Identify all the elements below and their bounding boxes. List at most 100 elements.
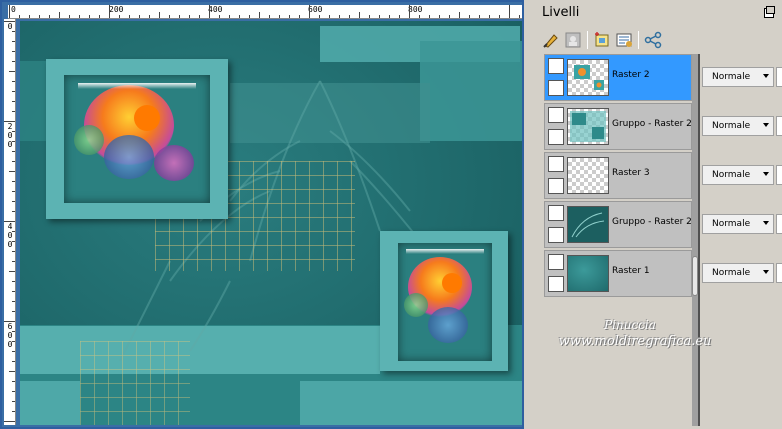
ruler-tick [289, 15, 290, 18]
photo-small [398, 243, 492, 361]
ruler-tick [12, 41, 15, 42]
ruler-tick [219, 15, 220, 18]
ruler-tick [79, 15, 80, 18]
ruler-label: 0 [7, 140, 13, 149]
watermark-url: www.moldiregrafica.eu [558, 334, 712, 349]
ruler-tick [12, 151, 15, 152]
layer-toggles [547, 204, 565, 245]
layer-row-gruppo-raster-2[interactable]: Gruppo - Raster 2 [544, 103, 692, 150]
ruler-label: 4 [7, 222, 13, 231]
ruler-tick [59, 12, 60, 18]
opacity-field[interactable] [776, 165, 782, 185]
ruler-tick [249, 15, 250, 18]
layer-row-raster-2[interactable]: Raster 2 [544, 54, 692, 101]
ruler-tick [12, 401, 15, 402]
ruler-tick [499, 15, 500, 18]
restore-window-icon[interactable] [764, 6, 775, 18]
ruler-tick [209, 5, 210, 18]
eye-icon[interactable] [548, 276, 564, 292]
ruler-tick [12, 361, 15, 362]
ruler-tick [389, 15, 390, 18]
chevron-down-icon [763, 270, 769, 274]
ruler-tick [12, 141, 15, 142]
layers-toolbar [540, 28, 664, 52]
blend-mode-select[interactable]: Normale [702, 165, 774, 185]
ruler-tick [12, 411, 15, 412]
ruler-tick [359, 12, 360, 18]
opacity-field[interactable] [776, 214, 782, 234]
layer-link-icon[interactable] [548, 107, 564, 123]
ruler-tick [12, 101, 15, 102]
ruler-tick [509, 5, 510, 18]
ruler-tick [4, 321, 15, 322]
ruler-label: 400 [208, 5, 223, 14]
ruler-tick [479, 15, 480, 18]
ruler-tick [29, 15, 30, 18]
new-layer-icon[interactable] [591, 29, 613, 51]
opacity-field[interactable] [776, 67, 782, 87]
layer-toggles [547, 57, 565, 98]
layer-properties-icon[interactable] [613, 29, 635, 51]
layer-row-gruppo-raster-2-b[interactable]: Gruppo - Raster 2 [544, 201, 692, 248]
ruler-tick [149, 15, 150, 18]
ruler-tick [309, 5, 310, 18]
layer-toggles [547, 106, 565, 147]
image-canvas[interactable] [20, 21, 522, 425]
panel-divider [698, 54, 700, 426]
eye-icon[interactable] [548, 80, 564, 96]
layer-link-icon[interactable] [548, 156, 564, 172]
layer-link-icon[interactable] [548, 205, 564, 221]
ruler-tick [119, 15, 120, 18]
ruler-tick [9, 171, 15, 172]
blend-mode-select[interactable]: Normale [702, 116, 774, 136]
layer-name: Gruppo - Raster 2 [612, 217, 692, 227]
ruler-tick [9, 371, 15, 372]
paint-brush-icon[interactable] [540, 29, 562, 51]
ruler-label: 6 [7, 322, 13, 331]
layer-link-icon[interactable] [548, 58, 564, 74]
eye-icon[interactable] [548, 129, 564, 145]
ruler-label: 0 [7, 231, 13, 240]
ruler-tick [49, 15, 50, 18]
ruler-tick [159, 12, 160, 18]
layer-row-raster-3[interactable]: Raster 3 [544, 152, 692, 199]
watermark: Pinuccia www.moldiregrafica.eu [528, 318, 782, 349]
app-window: 0 200 400 600 800 0 2 0 0 4 0 0 6 0 0 Li… [0, 0, 782, 429]
blend-mode-select[interactable]: Normale [702, 67, 774, 87]
ruler-tick [129, 15, 130, 18]
layer-thumbnail [567, 157, 609, 194]
photo-large [64, 75, 210, 203]
ruler-tick [399, 15, 400, 18]
opacity-field[interactable] [776, 116, 782, 136]
layer-thumbnail [567, 108, 609, 145]
blend-mode-select[interactable]: Normale [702, 263, 774, 283]
layers-panel: Livelli Raster 2 Gruppo - Raster 2 Raste… [528, 0, 782, 429]
ruler-tick [9, 71, 15, 72]
blend-mode-select[interactable]: Normale [702, 214, 774, 234]
ruler-tick [4, 421, 15, 422]
layer-toggles [547, 253, 565, 294]
chevron-down-icon [763, 172, 769, 176]
link-icon[interactable] [642, 29, 664, 51]
layer-name: Raster 1 [612, 266, 650, 276]
ruler-tick [12, 301, 15, 302]
layer-row-raster-1[interactable]: Raster 1 [544, 250, 692, 297]
eye-icon[interactable] [548, 178, 564, 194]
ruler-tick [189, 15, 190, 18]
ruler-tick [12, 131, 15, 132]
layer-link-icon[interactable] [548, 254, 564, 270]
eye-icon[interactable] [548, 227, 564, 243]
ruler-tick [99, 15, 100, 18]
mask-icon[interactable] [562, 29, 584, 51]
opacity-field[interactable] [776, 263, 782, 283]
ruler-tick [299, 15, 300, 18]
ruler-tick [12, 111, 15, 112]
ruler-tick [429, 15, 430, 18]
ruler-tick [12, 281, 15, 282]
ruler-tick [12, 161, 15, 162]
ruler-tick [199, 15, 200, 18]
ruler-tick [12, 201, 15, 202]
ruler-tick [12, 251, 15, 252]
layer-name: Gruppo - Raster 2 [612, 119, 692, 129]
ruler-tick [12, 91, 15, 92]
